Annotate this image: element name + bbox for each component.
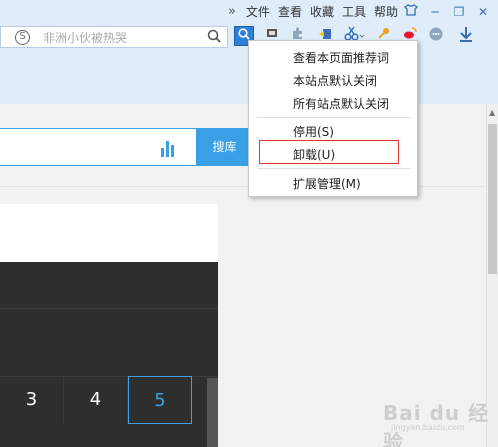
gray-column <box>207 378 218 447</box>
number-row: 3 4 5 <box>0 376 218 424</box>
page-search-box[interactable] <box>0 128 197 166</box>
menu-item-disable-all-sites[interactable]: 所有站点默认关闭 <box>293 95 389 112</box>
menu-item-view-recommended-words[interactable]: 查看本页面推荐词 <box>293 49 389 66</box>
search-engine-icon[interactable]: S <box>15 30 30 45</box>
menu-help[interactable]: 帮助 <box>374 0 398 24</box>
search-input[interactable] <box>43 29 193 45</box>
restore-button[interactable]: ❐ <box>448 0 470 24</box>
scroll-thumb[interactable] <box>488 124 497 274</box>
minimize-button[interactable]: ─ <box>424 0 446 24</box>
menu-view[interactable]: 查看 <box>278 0 302 24</box>
watermark-url: jingyan.baidu.com <box>391 423 465 432</box>
search-icon[interactable] <box>207 29 221 47</box>
search-library-button[interactable]: 搜库 <box>197 128 252 166</box>
watermark-brand: Bai du 经验 <box>383 401 490 447</box>
menu-item-uninstall[interactable]: 卸载(U) <box>293 146 335 163</box>
menu-item-extension-management[interactable]: 扩展管理(M) <box>293 175 361 192</box>
number-cell-5-selected[interactable]: 5 <box>128 376 192 424</box>
skin-icon[interactable] <box>400 0 422 24</box>
menu-favorites[interactable]: 收藏 <box>310 0 334 24</box>
menu-tools[interactable]: 工具 <box>342 0 366 24</box>
extension-context-menu: 查看本页面推荐词 本站点默认关闭 所有站点默认关闭 停用(S) 卸载(U) 扩展… <box>248 40 418 197</box>
menu-bar: » 文件 查看 收藏 工具 帮助 ─ ❐ ✕ <box>220 0 498 24</box>
download-icon[interactable] <box>456 26 476 46</box>
white-card <box>0 204 218 262</box>
scroll-up-icon[interactable]: ▲ <box>489 108 495 117</box>
number-cell-4[interactable]: 4 <box>64 376 128 424</box>
number-cell-3[interactable]: 3 <box>0 376 64 424</box>
bar-chart-icon[interactable] <box>160 139 176 160</box>
baidu-jingyan-watermark: Bai du 经验 jingyan.baidu.com <box>383 393 493 447</box>
close-button[interactable]: ✕ <box>472 0 494 24</box>
address-search-bar: S <box>0 26 228 48</box>
menu-more-button[interactable]: » <box>228 0 236 24</box>
menu-file[interactable]: 文件 <box>246 0 270 24</box>
menu-item-disable[interactable]: 停用(S) <box>293 123 334 140</box>
divider <box>0 308 218 309</box>
menu-separator <box>257 168 411 169</box>
menu-separator <box>257 117 411 118</box>
menu-item-disable-this-site[interactable]: 本站点默认关闭 <box>293 72 377 89</box>
chat-icon[interactable] <box>426 26 446 46</box>
